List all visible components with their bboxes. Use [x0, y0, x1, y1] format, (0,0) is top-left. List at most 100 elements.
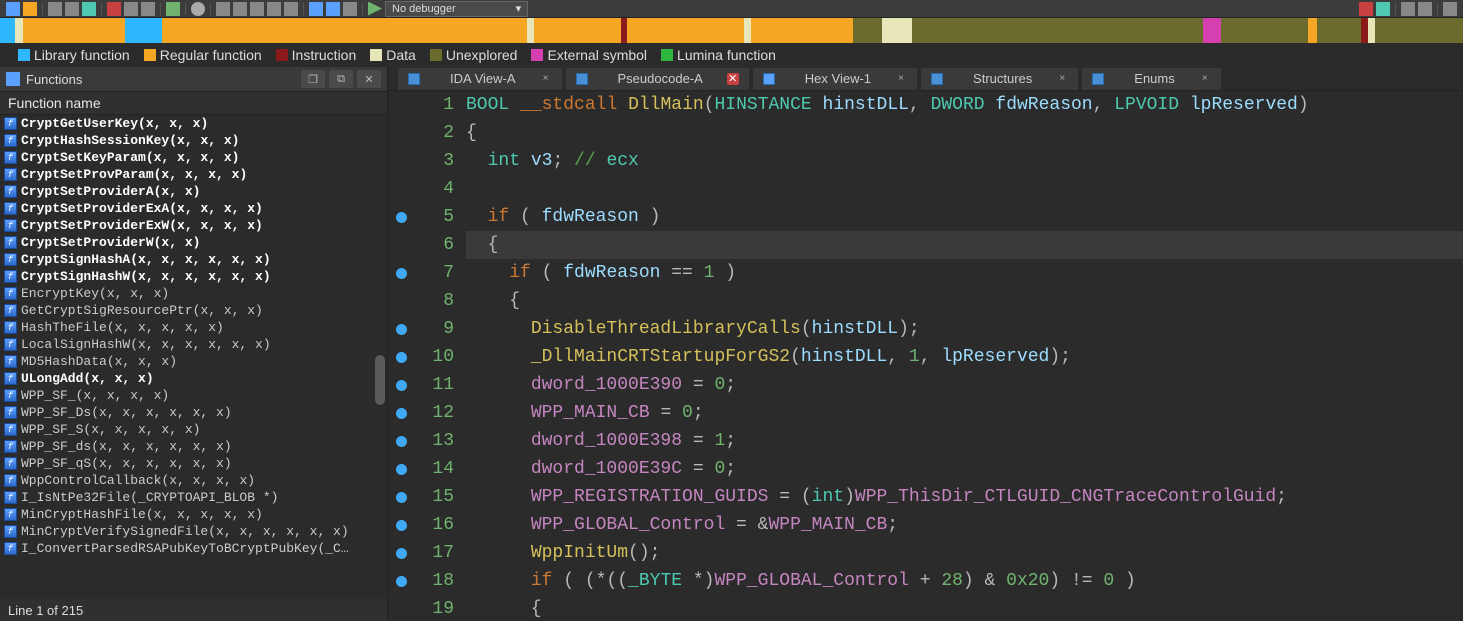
tb-icon[interactable] [48, 2, 62, 16]
breakpoint-icon[interactable] [396, 492, 407, 503]
function-row[interactable]: fWPP_SF_ds(x, x, x, x, x, x) [0, 438, 387, 455]
tb-icon[interactable] [1376, 2, 1390, 16]
tb-icon[interactable] [65, 2, 79, 16]
tb-icon[interactable] [166, 2, 180, 16]
gutter-line[interactable]: 12 [388, 399, 454, 427]
function-row[interactable]: fCryptSetProviderA(x, x) [0, 183, 387, 200]
tb-gear-icon[interactable] [191, 2, 205, 16]
tb-icon[interactable] [216, 2, 230, 16]
gutter-line[interactable]: 6 [388, 231, 454, 259]
tab-enums[interactable]: Enums× [1082, 68, 1220, 90]
code-line[interactable]: if ( fdwReason == 1 ) [466, 259, 1463, 287]
overview-segment[interactable] [744, 18, 751, 43]
tab-close-icon[interactable]: × [727, 73, 739, 85]
tab-close-icon[interactable]: × [1056, 73, 1068, 85]
code-line[interactable] [466, 175, 1463, 203]
tab-hex-view-1[interactable]: Hex View-1× [753, 68, 917, 90]
breakpoint-icon[interactable] [396, 548, 407, 559]
tb-icon[interactable] [326, 2, 340, 16]
tab-pseudocode-a[interactable]: Pseudocode-A× [566, 68, 749, 90]
function-row[interactable]: fGetCryptSigResourcePtr(x, x, x) [0, 302, 387, 319]
tb-icon[interactable] [1359, 2, 1373, 16]
gutter-line[interactable]: 5 [388, 203, 454, 231]
overview-segment[interactable] [23, 18, 125, 43]
tb-icon[interactable] [284, 2, 298, 16]
overview-segment[interactable] [882, 18, 911, 43]
function-row[interactable]: fI_IsNtPe32File(_CRYPTOAPI_BLOB *) [0, 489, 387, 506]
tab-ida-view-a[interactable]: IDA View-A× [398, 68, 562, 90]
gutter-line[interactable]: 4 [388, 175, 454, 203]
breakpoint-icon[interactable] [396, 212, 407, 223]
tb-icon[interactable] [233, 2, 247, 16]
tb-icon[interactable] [309, 2, 323, 16]
tb-icon[interactable] [82, 2, 96, 16]
function-row[interactable]: fEncryptKey(x, x, x) [0, 285, 387, 302]
functions-list[interactable]: fCryptGetUserKey(x, x, x)fCryptHashSessi… [0, 115, 387, 599]
gutter-line[interactable]: 10 [388, 343, 454, 371]
function-row[interactable]: fCryptSetProviderExA(x, x, x, x) [0, 200, 387, 217]
function-row[interactable]: fULongAdd(x, x, x) [0, 370, 387, 387]
overview-segment[interactable] [853, 18, 882, 43]
overview-segment[interactable] [15, 18, 24, 43]
overview-segment[interactable] [527, 18, 534, 43]
tb-icon[interactable] [1443, 2, 1457, 16]
overview-segment[interactable] [534, 18, 622, 43]
breakpoint-icon[interactable] [396, 576, 407, 587]
function-row[interactable]: fCryptSignHashW(x, x, x, x, x, x) [0, 268, 387, 285]
function-name-column[interactable]: Function name [0, 91, 387, 115]
tb-icon[interactable] [1401, 2, 1415, 16]
overview-segment[interactable] [1368, 18, 1375, 43]
overview-segment[interactable] [1203, 18, 1221, 43]
code-line[interactable]: if ( (*((_BYTE *)WPP_GLOBAL_Control + 28… [466, 567, 1463, 595]
gutter-line[interactable]: 14 [388, 455, 454, 483]
breakpoint-icon[interactable] [396, 324, 407, 335]
function-row[interactable]: fWPP_SF_(x, x, x, x) [0, 387, 387, 404]
panel-restore-button[interactable]: ❐ [301, 70, 325, 88]
tab-close-icon[interactable]: × [895, 73, 907, 85]
code-line[interactable]: dword_1000E390 = 0; [466, 371, 1463, 399]
breakpoint-icon[interactable] [396, 380, 407, 391]
code-line[interactable]: if ( fdwReason ) [466, 203, 1463, 231]
function-row[interactable]: fCryptGetUserKey(x, x, x) [0, 115, 387, 132]
tb-icon[interactable] [23, 2, 37, 16]
gutter-line[interactable]: 7 [388, 259, 454, 287]
overview-segment[interactable] [1317, 18, 1361, 43]
code-line[interactable]: _DllMainCRTStartupForGS2(hinstDLL, 1, lp… [466, 343, 1463, 371]
breakpoint-icon[interactable] [396, 408, 407, 419]
overview-segment[interactable] [912, 18, 1204, 43]
tab-close-icon[interactable]: × [1199, 73, 1211, 85]
function-row[interactable]: fCryptSignHashA(x, x, x, x, x, x) [0, 251, 387, 268]
overview-segment[interactable] [1375, 18, 1463, 43]
code-line[interactable]: { [466, 287, 1463, 315]
navigation-overview[interactable] [0, 18, 1463, 43]
code-line[interactable]: { [466, 231, 1463, 259]
function-row[interactable]: fMD5HashData(x, x, x) [0, 353, 387, 370]
tb-icon[interactable] [343, 2, 357, 16]
gutter-line[interactable]: 2 [388, 119, 454, 147]
tb-icon[interactable] [124, 2, 138, 16]
breakpoint-icon[interactable] [396, 352, 407, 363]
function-row[interactable]: fHashTheFile(x, x, x, x, x) [0, 319, 387, 336]
tb-icon[interactable] [141, 2, 155, 16]
function-row[interactable]: fWPP_SF_qS(x, x, x, x, x, x) [0, 455, 387, 472]
overview-segment[interactable] [1221, 18, 1309, 43]
code-line[interactable]: { [466, 119, 1463, 147]
breakpoint-icon[interactable] [396, 268, 407, 279]
overview-segment[interactable] [1361, 18, 1368, 43]
gutter-line[interactable]: 3 [388, 147, 454, 175]
overview-segment[interactable] [162, 18, 527, 43]
gutter-line[interactable]: 16 [388, 511, 454, 539]
function-row[interactable]: fCryptSetProviderW(x, x) [0, 234, 387, 251]
code-line[interactable]: { [466, 595, 1463, 621]
overview-segment[interactable] [1308, 18, 1317, 43]
code-line[interactable]: dword_1000E398 = 1; [466, 427, 1463, 455]
tb-icon[interactable] [1418, 2, 1432, 16]
source-area[interactable]: BOOL __stdcall DllMain(HINSTANCE hinstDL… [466, 91, 1463, 621]
gutter-line[interactable]: 1 [388, 91, 454, 119]
tb-icon[interactable] [107, 2, 121, 16]
code-line[interactable]: int v3; // ecx [466, 147, 1463, 175]
code-line[interactable]: WPP_GLOBAL_Control = &WPP_MAIN_CB; [466, 511, 1463, 539]
function-row[interactable]: fMinCryptVerifySignedFile(x, x, x, x, x,… [0, 523, 387, 540]
pseudocode-view[interactable]: 12345678910111213141516171819 BOOL __std… [388, 91, 1463, 621]
gutter-line[interactable]: 11 [388, 371, 454, 399]
